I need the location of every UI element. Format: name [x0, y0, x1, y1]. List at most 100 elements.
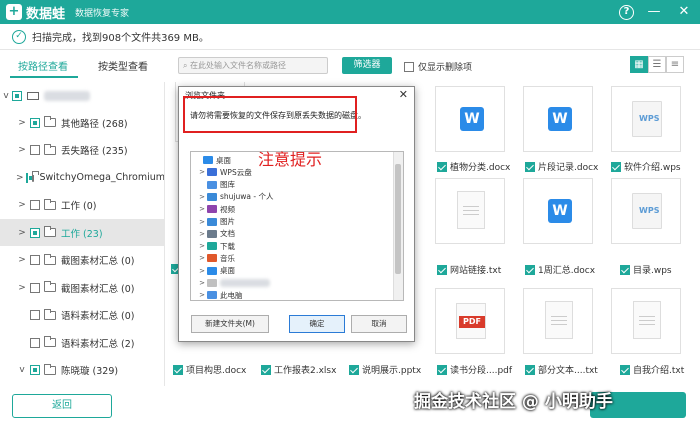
expand-arrow-icon[interactable]: v — [16, 365, 28, 375]
file-item[interactable]: 片段记录.docx — [525, 160, 598, 173]
dialog-close-icon[interactable]: ✕ — [399, 88, 408, 101]
dialog-folder-item[interactable]: > 桌面 — [197, 265, 397, 277]
expand-arrow-icon[interactable]: > — [16, 283, 28, 293]
dialog-folder-item[interactable]: > shujuwa - 个人 — [197, 191, 397, 203]
cancel-button[interactable]: 取消 — [351, 315, 407, 333]
file-checkbox[interactable] — [525, 161, 535, 172]
ok-button[interactable]: 确定 — [289, 315, 345, 333]
tab-by-type[interactable]: 按类型查看 — [98, 58, 148, 73]
file-checkbox[interactable] — [525, 264, 535, 275]
tree-item[interactable]: > 工作 (23) — [0, 219, 164, 246]
dialog-folder-item[interactable]: > — [197, 277, 397, 289]
dialog-folder-item[interactable]: > 音乐 — [197, 252, 397, 264]
tree-root[interactable]: v — [0, 82, 164, 109]
file-thumbnail[interactable]: WPS — [611, 178, 681, 244]
file-checkbox[interactable] — [437, 364, 447, 375]
scrollbar-thumb[interactable] — [395, 164, 401, 274]
new-folder-button[interactable]: 新建文件夹(M) — [191, 315, 269, 333]
grid-view-icon[interactable]: ▦ — [630, 56, 648, 73]
tab-by-path[interactable]: 按路径查看 — [18, 58, 68, 73]
detail-view-icon[interactable]: ≡ — [666, 56, 684, 73]
expand-caret-icon[interactable]: > — [197, 230, 207, 238]
file-thumbnail[interactable]: WPS — [611, 86, 681, 152]
filter-button[interactable]: 筛选器 — [342, 57, 392, 74]
tree-checkbox[interactable] — [30, 365, 40, 375]
tree-item[interactable]: > 丢失路径 (235) — [0, 137, 164, 164]
only-deleted-toggle[interactable]: 仅显示删除项 — [404, 60, 472, 73]
expand-arrow-icon[interactable]: v — [0, 91, 12, 101]
file-thumbnail[interactable]: PDF — [435, 288, 505, 354]
expand-arrow-icon[interactable]: > — [16, 228, 28, 238]
file-item[interactable]: 1周汇总.docx — [525, 263, 595, 276]
file-thumbnail[interactable]: W — [435, 86, 505, 152]
file-item[interactable]: 读书分段....pdf — [437, 363, 512, 376]
tree-checkbox[interactable] — [30, 200, 40, 210]
file-item[interactable]: 说明展示.pptx — [349, 363, 421, 376]
tree-item[interactable]: > 截图素材汇总 (0) — [0, 247, 164, 274]
expand-arrow-icon[interactable]: > — [16, 255, 28, 265]
minimize-icon[interactable]: — — [644, 2, 664, 22]
tree-item[interactable]: > 截图素材汇总 (0) — [0, 274, 164, 301]
file-checkbox[interactable] — [620, 364, 630, 375]
expand-caret-icon[interactable]: > — [197, 218, 207, 226]
tree-checkbox[interactable] — [25, 172, 34, 183]
file-thumbnail[interactable] — [435, 178, 505, 244]
dialog-folder-item[interactable]: > 下载 — [197, 240, 397, 252]
tree-checkbox[interactable] — [12, 90, 22, 101]
expand-caret-icon[interactable]: > — [197, 168, 207, 176]
file-thumbnail[interactable] — [611, 288, 681, 354]
folder-picker-tree[interactable]: 桌面 > WPS云盘 图库 > shujuwa - 个人 > 视频 > 图片 > 文档 > 下载 > 音乐 > 桌… — [190, 151, 404, 301]
file-checkbox[interactable] — [611, 161, 621, 172]
tree-item[interactable]: > 其他路径 (268) — [0, 109, 164, 136]
expand-caret-icon[interactable]: > — [197, 205, 207, 213]
expand-arrow-icon[interactable]: > — [16, 173, 24, 183]
expand-caret-icon[interactable]: > — [197, 279, 207, 287]
tree-item[interactable]: v 陈晓璇 (329) — [0, 357, 164, 384]
file-thumbnail[interactable] — [523, 288, 593, 354]
file-checkbox[interactable] — [349, 364, 359, 375]
file-item[interactable]: 工作报表2.xlsx — [261, 363, 336, 376]
tree-checkbox[interactable] — [30, 337, 40, 348]
help-icon[interactable]: ? — [619, 4, 634, 20]
file-thumbnail[interactable]: W — [523, 178, 593, 244]
tree-checkbox[interactable] — [30, 282, 40, 293]
tree-item[interactable]: 语料素材汇总 (2) — [0, 329, 164, 356]
dialog-folder-item[interactable]: > 视频 — [197, 203, 397, 215]
expand-caret-icon[interactable]: > — [197, 242, 207, 250]
file-item[interactable]: 项目构思.docx — [173, 363, 246, 376]
file-item[interactable]: 目录.wps — [620, 263, 672, 276]
file-checkbox[interactable] — [173, 364, 183, 375]
file-item[interactable]: 网站链接.txt — [437, 263, 501, 276]
file-item[interactable]: 自我介绍.txt — [620, 363, 684, 376]
search-input[interactable]: ⌕ 在此处输入文件名称或路径 — [178, 57, 328, 74]
expand-arrow-icon[interactable]: > — [16, 145, 28, 155]
only-deleted-checkbox[interactable] — [404, 61, 414, 72]
file-checkbox[interactable] — [437, 161, 447, 172]
tree-item[interactable]: 语料素材汇总 (0) — [0, 302, 164, 329]
expand-caret-icon[interactable]: > — [197, 267, 207, 275]
dialog-folder-item[interactable]: 图库 — [197, 179, 397, 191]
dialog-scrollbar[interactable] — [393, 152, 403, 300]
tree-checkbox[interactable] — [30, 117, 40, 128]
tree-checkbox[interactable] — [30, 145, 40, 155]
dialog-folder-item[interactable]: > 图片 — [197, 216, 397, 228]
file-checkbox[interactable] — [525, 364, 535, 375]
dialog-folder-item[interactable]: > 此电脑 — [197, 289, 397, 300]
expand-arrow-icon[interactable]: > — [16, 200, 28, 210]
expand-caret-icon[interactable]: > — [197, 291, 207, 299]
file-item[interactable]: 部分文本....txt — [525, 363, 598, 376]
dialog-folder-item[interactable]: > 文档 — [197, 228, 397, 240]
tree-item[interactable]: > SwitchyOmega_Chromium — [0, 164, 164, 191]
list-view-icon[interactable]: ☰ — [648, 56, 666, 73]
file-item[interactable]: 植物分类.docx — [437, 160, 510, 173]
expand-caret-icon[interactable]: > — [197, 193, 207, 201]
expand-arrow-icon[interactable]: > — [16, 118, 28, 128]
file-checkbox[interactable] — [437, 264, 447, 275]
tree-checkbox[interactable] — [30, 227, 40, 238]
expand-caret-icon[interactable]: > — [197, 254, 207, 262]
tree-item[interactable]: > 工作 (0) — [0, 192, 164, 219]
file-checkbox[interactable] — [261, 364, 271, 375]
back-button[interactable]: 返回 — [12, 394, 112, 418]
tree-checkbox[interactable] — [30, 255, 40, 265]
file-thumbnail[interactable]: W — [523, 86, 593, 152]
